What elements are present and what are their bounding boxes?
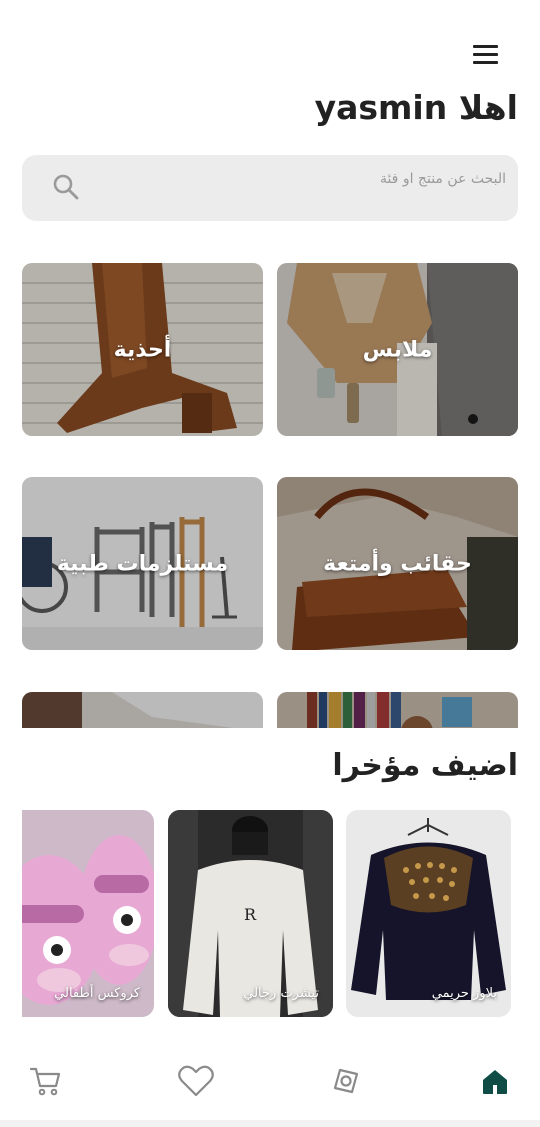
search-placeholder: البحث عن منتج او فئة (379, 171, 506, 187)
bottom-navigation (0, 1045, 540, 1120)
category-card-bags[interactable]: حقائب وأمتعة (277, 477, 518, 650)
nav-favorites[interactable] (174, 1059, 218, 1103)
category-grid: ملابس أحذية حقائب وأمتعة مستلزمات طبية (22, 263, 518, 728)
nav-cart[interactable] (24, 1059, 68, 1103)
recently-added-title: اضيف مؤخرا (332, 748, 518, 783)
recent-products-carousel[interactable]: بلاوز حريمي R تيشرت رجالي كروكس أطفالي (22, 810, 518, 1017)
explore-icon (333, 1068, 359, 1094)
svg-text:R: R (244, 905, 257, 924)
category-card-medical[interactable]: مستلزمات طبية (22, 477, 263, 650)
search-icon[interactable] (52, 173, 80, 201)
cart-icon (29, 1067, 61, 1096)
product-name: كروكس أطفالي (54, 986, 140, 1001)
product-name: تيشرت رجالي (243, 986, 319, 1001)
category-card-books[interactable] (277, 692, 518, 728)
category-label: حقائب وأمتعة (323, 551, 472, 576)
menu-bar (472, 61, 498, 64)
product-card[interactable]: كروكس أطفالي (22, 810, 154, 1017)
product-card[interactable]: بلاوز حريمي (346, 810, 511, 1017)
category-card-home[interactable] (22, 692, 263, 728)
category-card-clothes[interactable]: ملابس (277, 263, 518, 436)
search-input[interactable]: البحث عن منتج او فئة (22, 155, 518, 221)
heart-icon (178, 1065, 214, 1097)
home-icon (483, 1070, 507, 1094)
product-card[interactable]: R تيشرت رجالي (168, 810, 333, 1017)
category-overlay (277, 692, 518, 728)
category-label: أحذية (113, 337, 172, 362)
category-card-shoes[interactable]: أحذية (22, 263, 263, 436)
category-label: مستلزمات طبية (56, 551, 229, 576)
nav-home[interactable] (473, 1059, 517, 1103)
menu-bar (472, 53, 498, 56)
product-name: بلاوز حريمي (431, 986, 497, 1001)
category-label: ملابس (362, 337, 433, 362)
nav-explore[interactable] (324, 1059, 368, 1103)
menu-bar (472, 45, 498, 48)
category-overlay (22, 692, 263, 728)
system-gesture-bar (0, 1120, 540, 1127)
greeting-title: اهلا yasmin (314, 88, 518, 127)
menu-button[interactable] (466, 40, 504, 68)
